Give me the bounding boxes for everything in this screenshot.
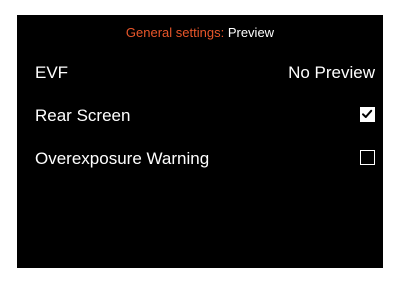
setting-row-overexposure-warning[interactable]: Overexposure Warning bbox=[17, 144, 383, 174]
setting-label-overexposure-warning: Overexposure Warning bbox=[35, 149, 210, 168]
setting-row-rear-screen[interactable]: Rear Screen bbox=[17, 101, 383, 131]
setting-value-evf[interactable]: No Preview bbox=[288, 63, 375, 83]
setting-label-evf: EVF bbox=[35, 63, 69, 82]
settings-category: General settings: bbox=[125, 25, 225, 40]
settings-page-name: Preview bbox=[227, 25, 275, 40]
camera-settings-screen: General settings: Preview EVF No Preview… bbox=[17, 15, 383, 268]
checkmark-icon bbox=[362, 109, 373, 118]
overexposure-warning-checkbox[interactable] bbox=[360, 150, 375, 165]
rear-screen-checkbox[interactable] bbox=[360, 107, 375, 122]
setting-row-evf[interactable]: EVF No Preview bbox=[17, 58, 383, 88]
page-title: General settings: Preview bbox=[17, 25, 383, 41]
setting-label-rear-screen: Rear Screen bbox=[35, 106, 131, 125]
